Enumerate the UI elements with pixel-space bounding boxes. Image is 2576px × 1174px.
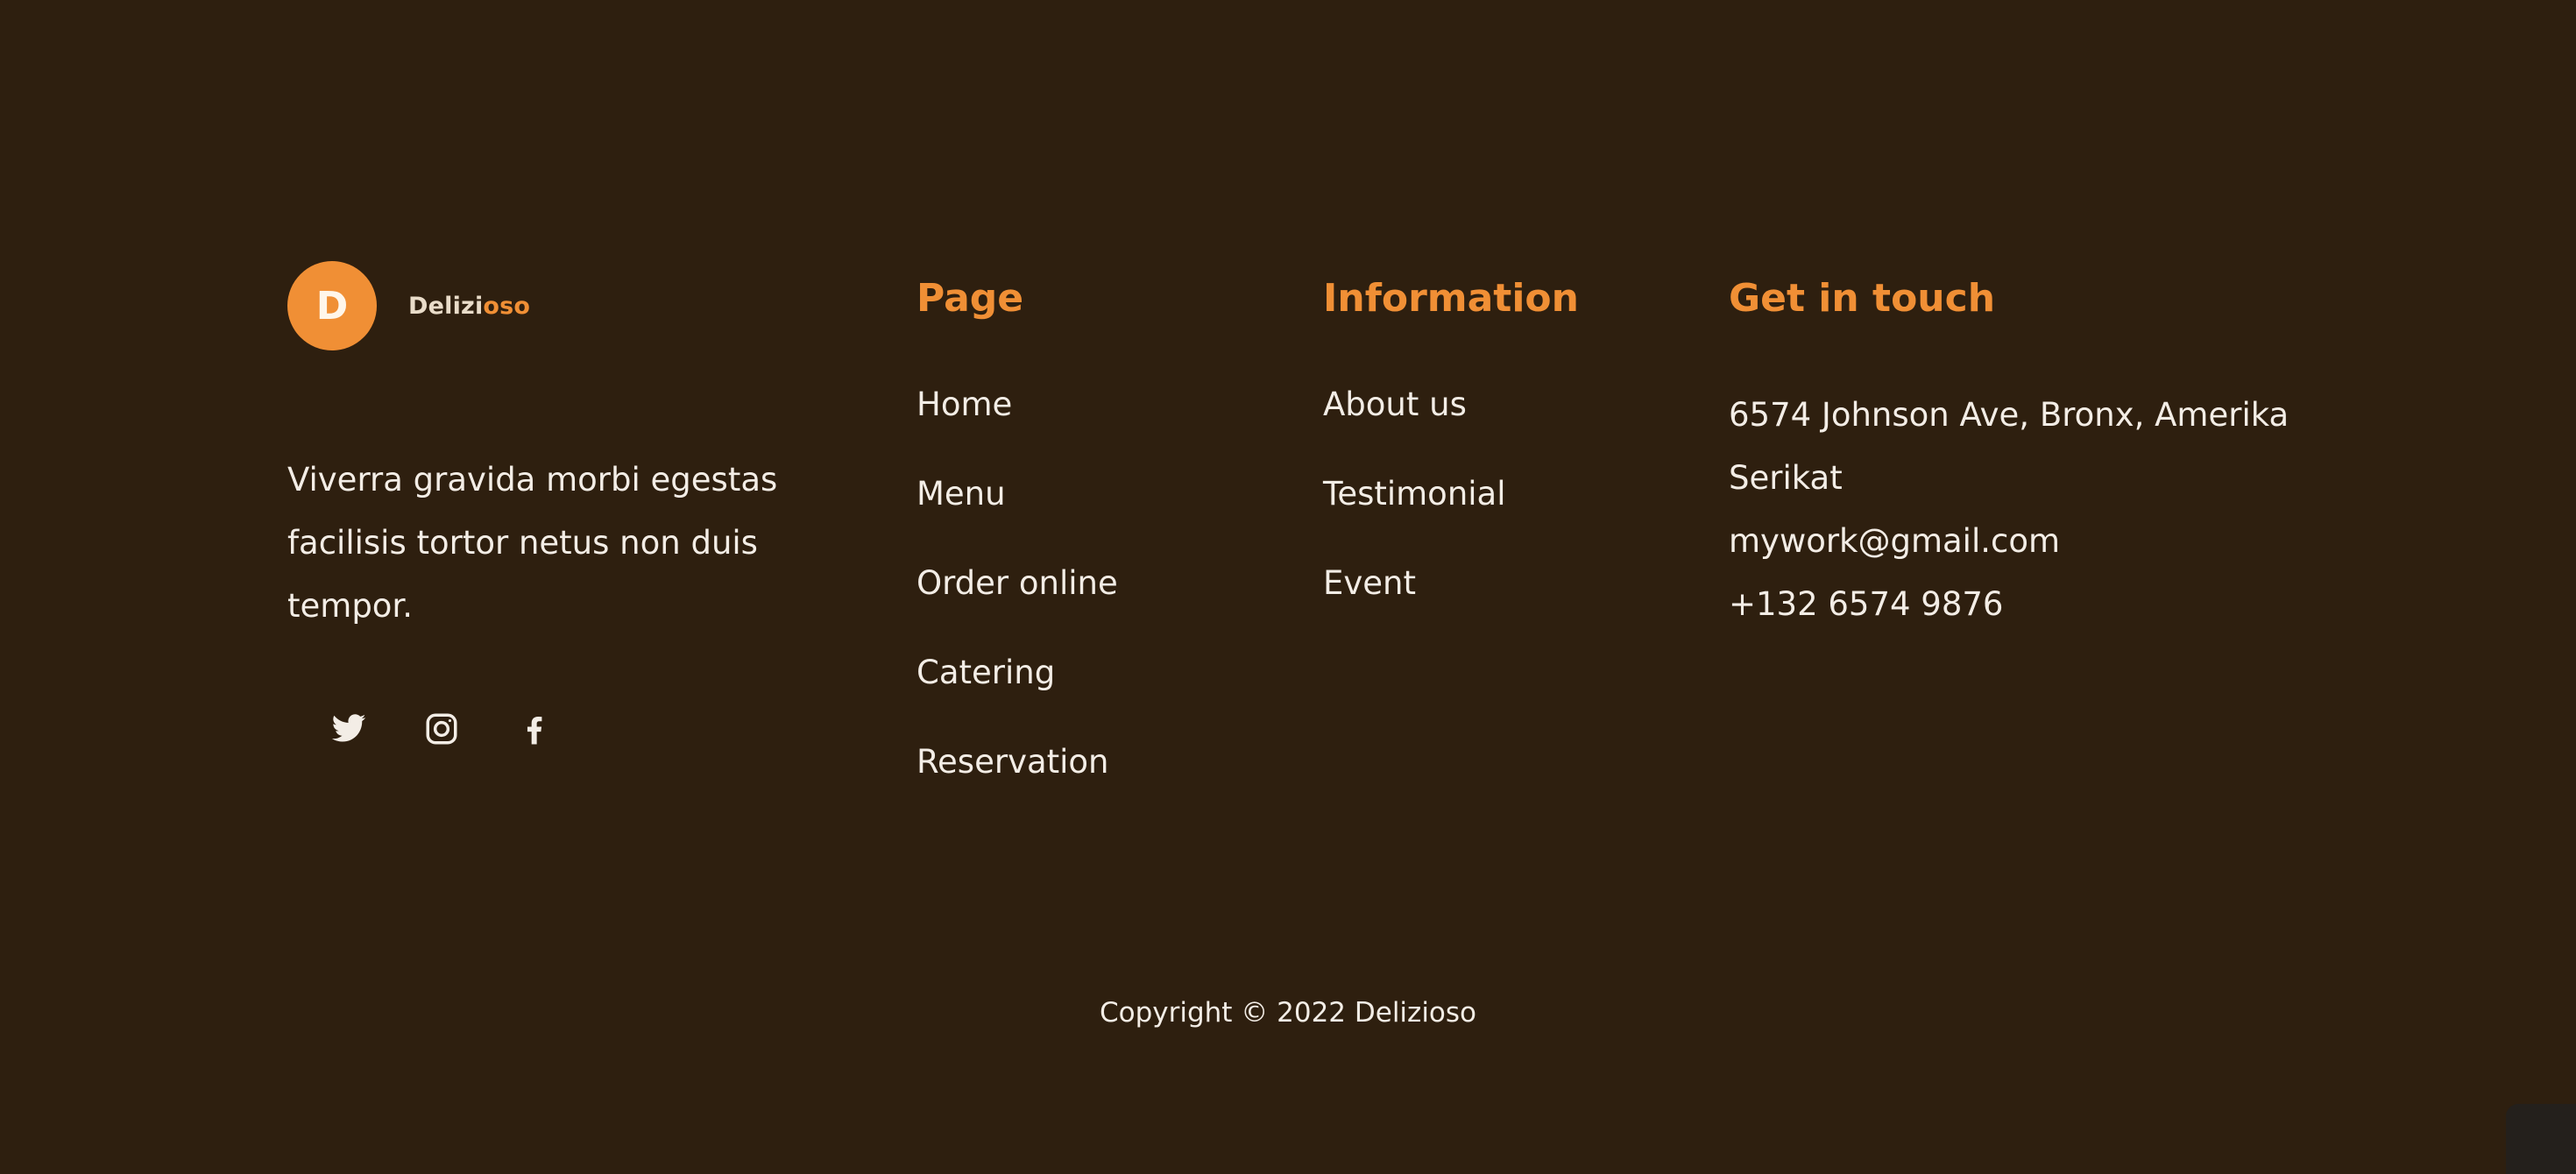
- logo-wordmark-part1: Delizi: [408, 292, 484, 320]
- information-link-list: About us Testimonial Event: [1323, 384, 1579, 652]
- page-heading: Page: [916, 276, 1024, 321]
- twitter-icon[interactable]: [329, 710, 368, 748]
- list-item: Menu: [916, 473, 1118, 562]
- menu-link[interactable]: Menu: [916, 475, 1006, 513]
- logo-wordmark-part2: oso: [483, 292, 531, 320]
- page-link-list: Home Menu Order online Catering Reservat…: [916, 384, 1118, 831]
- list-item: Order online: [916, 562, 1118, 652]
- catering-link[interactable]: Catering: [916, 654, 1055, 691]
- order-online-link[interactable]: Order online: [916, 564, 1118, 602]
- about-us-link[interactable]: About us: [1323, 385, 1467, 423]
- brand-column: D Delizioso Viverra gravida morbi egesta…: [287, 261, 813, 745]
- contact-heading: Get in touch: [1729, 276, 1996, 321]
- reservation-link[interactable]: Reservation: [916, 743, 1109, 781]
- information-heading: Information: [1323, 276, 1579, 321]
- logo-wordmark: Delizioso: [408, 293, 530, 320]
- list-item: Catering: [916, 652, 1118, 741]
- site-footer: D Delizioso Viverra gravida morbi egesta…: [0, 0, 2576, 1174]
- contact-address: 6574 Johnson Ave, Bronx, Amerika Serikat: [1729, 396, 2289, 497]
- list-item: Reservation: [916, 741, 1118, 831]
- list-item: Home: [916, 384, 1118, 473]
- contact-phone[interactable]: +132 6574 9876: [1729, 573, 2289, 636]
- copyright-text: Copyright © 2022 Delizioso: [1099, 997, 1477, 1029]
- information-links-column: Information About us Testimonial Event: [1323, 273, 1579, 652]
- contact-details: 6574 Johnson Ave, Bronx, Amerika Serikat…: [1729, 384, 2289, 636]
- list-item: Testimonial: [1323, 473, 1579, 562]
- home-link[interactable]: Home: [916, 385, 1012, 423]
- facebook-icon[interactable]: [515, 710, 554, 748]
- event-link[interactable]: Event: [1323, 564, 1416, 602]
- social-links: [329, 710, 554, 748]
- instagram-icon[interactable]: [422, 710, 461, 748]
- testimonial-link[interactable]: Testimonial: [1323, 475, 1506, 513]
- page-links-column: Page Home Menu Order online Catering Res…: [916, 273, 1118, 831]
- logo[interactable]: D Delizioso: [287, 261, 813, 350]
- corner-widget[interactable]: [2506, 1104, 2576, 1174]
- logo-badge: D: [287, 261, 377, 350]
- contact-column: Get in touch 6574 Johnson Ave, Bronx, Am…: [1729, 273, 2342, 636]
- brand-description: Viverra gravida morbi egestas facilisis …: [287, 461, 778, 625]
- list-item: About us: [1323, 384, 1579, 473]
- list-item: Event: [1323, 562, 1579, 652]
- contact-email[interactable]: mywork@gmail.com: [1729, 510, 2289, 573]
